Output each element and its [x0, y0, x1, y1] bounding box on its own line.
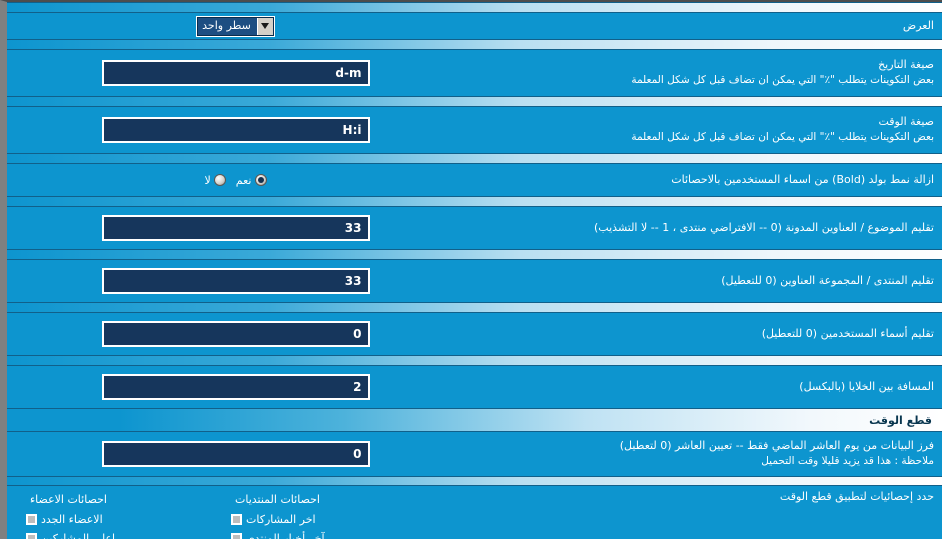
display-mode-select[interactable]: سطر واحد — [197, 16, 274, 36]
trim-topic-label-cell: تقليم الموضوع / العناوين المدونة (0 -- ا… — [456, 220, 934, 236]
cell-spacing-field-cell — [15, 374, 456, 400]
separator-8 — [7, 476, 942, 486]
cell-spacing-label: المسافة بين الخلايا (بالبكسل) — [799, 380, 934, 394]
row-trim-topic: تقليم الموضوع / العناوين المدونة (0 -- ا… — [7, 207, 942, 249]
time-format-label-cell: صيغة الوقت بعض التكوينات يتطلب "٪" التي … — [456, 114, 934, 145]
time-cut-sort-label-cell: فرز البيانات من يوم العاشر الماضي فقط --… — [456, 438, 934, 469]
member-stat-label: الاعضاء الجدد — [41, 513, 103, 526]
member-stats-column: احصائات الاعضاء الاعضاء الجدد اعلى المشا… — [26, 488, 231, 539]
forum-stat-label: اخر المشاركات — [246, 513, 316, 526]
time-format-input[interactable] — [101, 117, 370, 143]
forum-stat-label: آخر أخبار المنتدى — [246, 532, 325, 539]
trim-forum-field-cell — [15, 268, 456, 294]
radio-selected-icon[interactable] — [254, 174, 267, 186]
list-item[interactable]: الاعضاء الجدد — [26, 510, 103, 529]
member-stat-label: اعلى المشاركين — [41, 532, 116, 539]
cell-spacing-label-cell: المسافة بين الخلايا (بالبكسل) — [456, 379, 934, 395]
row-remove-bold: ازالة نمط بولد (Bold) من اسماء المستخدمي… — [7, 164, 942, 196]
time-cut-sort-note: ملاحظة : هذا قد يزيد قليلا وقت التحميل — [761, 455, 934, 468]
forum-stat-checkbox[interactable] — [231, 514, 242, 525]
remove-bold-radio-group: نعم لا — [205, 174, 267, 187]
remove-bold-label: ازالة نمط بولد (Bold) من اسماء المستخدمي… — [671, 173, 934, 187]
remove-bold-yes-label: نعم — [235, 173, 252, 187]
trim-topic-field-cell — [15, 215, 456, 241]
apply-time-cut-label: حدد إحصائيات لتطبيق قطع الوقت — [779, 490, 934, 503]
chevron-down-icon[interactable] — [256, 17, 273, 35]
row-time-format: صيغة الوقت بعض التكوينات يتطلب "٪" التي … — [7, 107, 942, 153]
remove-bold-field-cell: نعم لا — [15, 174, 456, 187]
display-label: العرض — [902, 19, 934, 33]
time-format-description: بعض التكوينات يتطلب "٪" التي يمكن ان تضا… — [631, 131, 934, 144]
list-item[interactable]: آخر أخبار المنتدى — [231, 529, 325, 539]
time-cut-sort-field-cell — [15, 441, 456, 467]
separator-7 — [7, 355, 942, 366]
separator-6 — [7, 302, 942, 313]
date-format-label: صيغة التاريخ — [878, 58, 934, 72]
trim-forum-input[interactable] — [101, 268, 370, 294]
forum-stat-checkbox[interactable] — [231, 533, 242, 539]
separator-top — [7, 2, 942, 13]
remove-bold-option-yes[interactable]: نعم — [236, 174, 267, 187]
stats-selection-area: حدد إحصائيات لتطبيق قطع الوقت احصائات ال… — [7, 486, 942, 539]
row-trim-forum: تقليم المنتدى / المجموعة العناوين (0 للت… — [7, 260, 942, 302]
row-time-cut-sort: فرز البيانات من يوم العاشر الماضي فقط --… — [7, 432, 942, 476]
display-label-cell: العرض — [456, 18, 934, 34]
list-item[interactable]: اخر المشاركات — [231, 510, 316, 529]
trim-username-field-cell — [15, 321, 456, 347]
member-stats-header: احصائات الاعضاء — [30, 493, 107, 506]
time-cut-section-title: قطع الوقت — [869, 413, 932, 427]
separator-5 — [7, 249, 942, 260]
display-field-cell: سطر واحد — [15, 16, 456, 36]
date-format-label-cell: صيغة التاريخ بعض التكوينات يتطلب "٪" الت… — [456, 57, 934, 88]
date-format-input[interactable] — [101, 60, 370, 86]
forum-stats-header: احصائات المنتديات — [235, 493, 320, 506]
trim-topic-input[interactable] — [101, 215, 370, 241]
time-format-field-cell — [15, 117, 456, 143]
date-format-description: بعض التكوينات يتطلب "٪" التي يمكن ان تضا… — [631, 74, 934, 87]
separator-4 — [7, 196, 942, 207]
forum-stats-column: احصائات المنتديات اخر المشاركات آخر أخبا… — [231, 488, 456, 539]
member-stat-checkbox[interactable] — [26, 514, 37, 525]
separator-3 — [7, 153, 942, 164]
time-cut-sort-label: فرز البيانات من يوم العاشر الماضي فقط --… — [619, 439, 934, 453]
row-date-format: صيغة التاريخ بعض التكوينات يتطلب "٪" الت… — [7, 50, 942, 96]
list-item[interactable]: اعلى المشاركين — [26, 529, 115, 539]
time-format-label: صيغة الوقت — [878, 115, 934, 129]
display-mode-value: سطر واحد — [198, 17, 257, 35]
date-format-field-cell — [15, 60, 456, 86]
separator-2 — [7, 96, 942, 107]
time-cut-sort-input[interactable] — [101, 441, 370, 467]
remove-bold-option-no[interactable]: لا — [205, 174, 226, 187]
remove-bold-no-label: لا — [204, 173, 211, 187]
trim-forum-label-cell: تقليم المنتدى / المجموعة العناوين (0 للت… — [456, 273, 934, 289]
member-stat-checkbox[interactable] — [26, 533, 37, 539]
row-cell-spacing: المسافة بين الخلايا (بالبكسل) — [7, 366, 942, 408]
settings-page: العرض سطر واحد صيغة التاريخ بعض التكوينا… — [0, 0, 942, 539]
trim-username-input[interactable] — [101, 321, 370, 347]
remove-bold-label-cell: ازالة نمط بولد (Bold) من اسماء المستخدمي… — [456, 172, 934, 188]
cell-spacing-input[interactable] — [101, 374, 370, 400]
row-trim-username: تقليم أسماء المستخدمين (0 للتعطيل) — [7, 313, 942, 355]
trim-username-label: تقليم أسماء المستخدمين (0 للتعطيل) — [761, 327, 934, 341]
separator-1 — [7, 39, 942, 50]
radio-unselected-icon[interactable] — [213, 174, 226, 186]
trim-topic-label: تقليم الموضوع / العناوين المدونة (0 -- ا… — [594, 221, 934, 235]
trim-forum-label: تقليم المنتدى / المجموعة العناوين (0 للت… — [721, 274, 934, 288]
trim-username-label-cell: تقليم أسماء المستخدمين (0 للتعطيل) — [456, 326, 934, 342]
time-cut-section-header: قطع الوقت — [7, 408, 942, 432]
row-display: العرض سطر واحد — [7, 13, 942, 39]
